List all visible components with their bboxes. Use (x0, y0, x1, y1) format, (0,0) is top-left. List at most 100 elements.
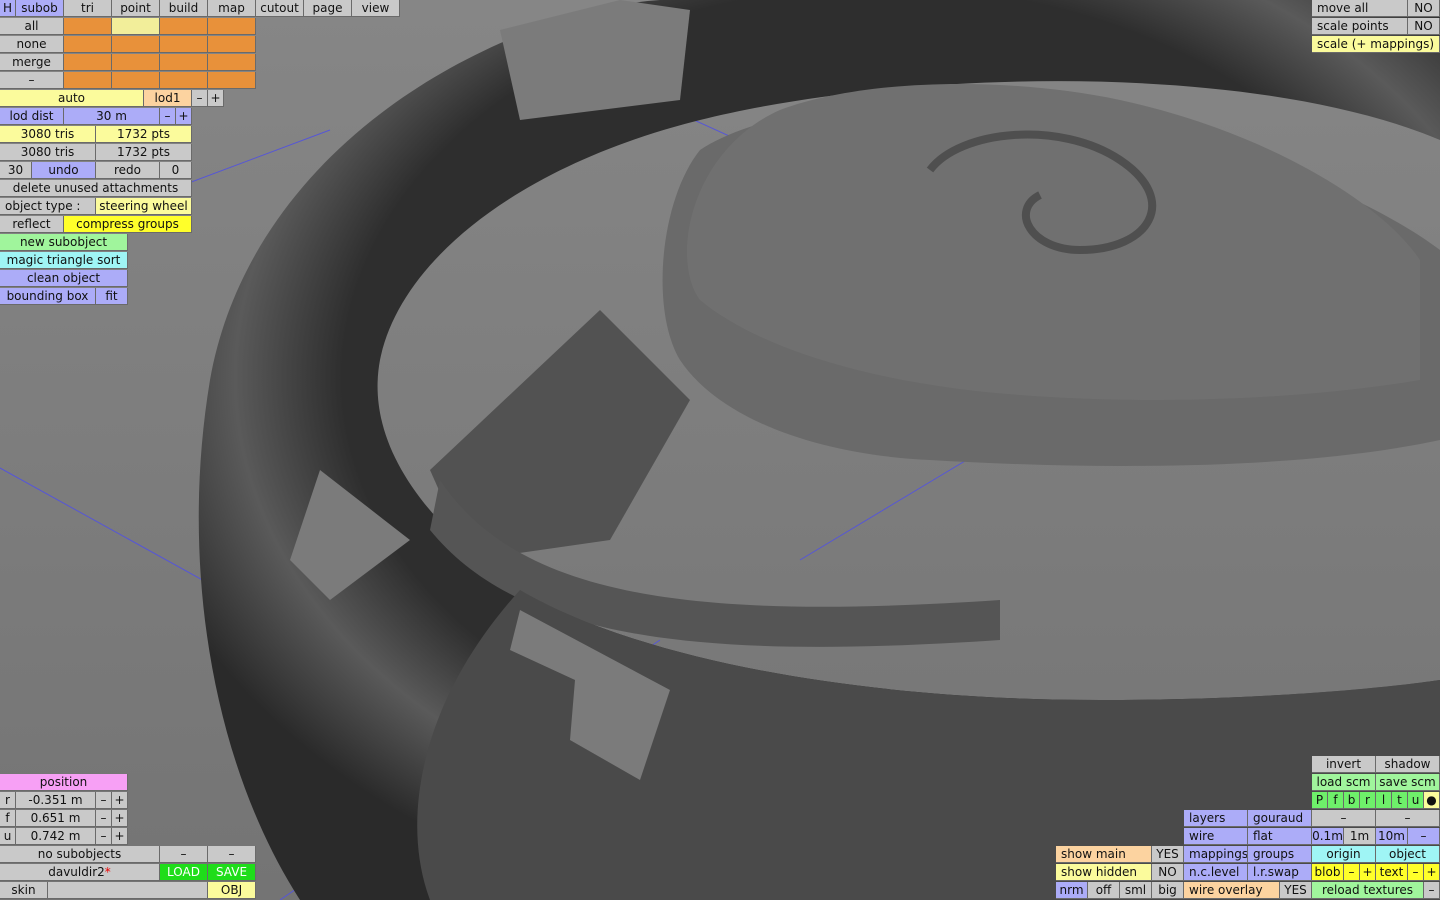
flag-l-toggle[interactable]: l (1376, 792, 1392, 809)
subob-slot[interactable] (160, 72, 208, 89)
mappings-button[interactable]: mappings (1184, 846, 1248, 863)
normals-off-button[interactable]: off (1088, 882, 1120, 899)
reload-textures-button[interactable]: reload textures (1312, 882, 1424, 899)
subob-dash-button[interactable]: – (0, 72, 64, 89)
position-f-plus-button[interactable]: + (112, 810, 128, 827)
scale-points-label[interactable]: scale points (1312, 18, 1408, 35)
groups-button[interactable]: groups (1248, 846, 1312, 863)
new-subobject-button[interactable]: new subobject (0, 234, 128, 251)
menu-view[interactable]: view (352, 0, 400, 17)
3d-viewport[interactable] (0, 0, 1440, 900)
subob-slot[interactable] (160, 18, 208, 35)
blob-plus-button[interactable]: + (1360, 864, 1376, 881)
reload-minus-button[interactable]: – (1424, 882, 1440, 899)
scale-mappings-button[interactable]: scale (+ mappings) (1312, 36, 1440, 53)
origin-button[interactable]: origin (1312, 846, 1376, 863)
save-button[interactable]: SAVE (208, 864, 256, 881)
show-main-label[interactable]: show main (1056, 846, 1152, 863)
fit-button[interactable]: fit (96, 288, 128, 305)
wire-overlay-toggle[interactable]: YES (1280, 882, 1312, 899)
subob-none-button[interactable]: none (0, 36, 64, 53)
subob-merge-button[interactable]: merge (0, 54, 64, 71)
grid-minus-button[interactable]: – (1408, 828, 1440, 845)
reflect-button[interactable]: reflect (0, 216, 64, 233)
lod-plus-button[interactable]: + (208, 90, 224, 107)
menu-subob[interactable]: subob (16, 0, 64, 17)
position-value-f[interactable]: 0.651 m (16, 810, 96, 827)
position-f-minus-button[interactable]: – (96, 810, 112, 827)
lod-dist-plus-button[interactable]: + (176, 108, 192, 125)
shadow-button[interactable]: shadow (1376, 756, 1440, 773)
menu-h[interactable]: H (0, 0, 16, 17)
menu-cutout[interactable]: cutout (256, 0, 304, 17)
move-all-toggle[interactable]: NO (1408, 0, 1440, 17)
skin-field[interactable] (48, 882, 208, 899)
show-main-toggle[interactable]: YES (1152, 846, 1184, 863)
magic-triangle-sort-button[interactable]: magic triangle sort (0, 252, 128, 269)
lod-auto-button[interactable]: auto (0, 90, 144, 107)
invert-button[interactable]: invert (1312, 756, 1376, 773)
scale-points-toggle[interactable]: NO (1408, 18, 1440, 35)
normals-nrm-button[interactable]: nrm (1056, 882, 1088, 899)
subob-slot[interactable] (160, 36, 208, 53)
subob-slot[interactable] (208, 54, 256, 71)
redo-button[interactable]: redo (96, 162, 160, 179)
subob-slot[interactable] (208, 72, 256, 89)
flag-dot-toggle[interactable]: ● (1424, 792, 1440, 809)
subob-slot[interactable] (64, 54, 112, 71)
gouraud-button[interactable]: gouraud (1248, 810, 1312, 827)
save-scm-button[interactable]: save scm (1376, 774, 1440, 791)
clean-object-button[interactable]: clean object (0, 270, 128, 287)
lr-swap-button[interactable]: l.r.swap (1248, 864, 1312, 881)
text-minus-button[interactable]: – (1408, 864, 1424, 881)
flag-r-toggle[interactable]: r (1360, 792, 1376, 809)
position-u-plus-button[interactable]: + (112, 828, 128, 845)
nc-level-button[interactable]: n.c.level (1184, 864, 1248, 881)
dash-button[interactable]: – (1312, 810, 1376, 827)
position-r-minus-button[interactable]: – (96, 792, 112, 809)
move-all-label[interactable]: move all (1312, 0, 1408, 17)
menu-map[interactable]: map (208, 0, 256, 17)
object-button[interactable]: object (1376, 846, 1440, 863)
subob-slot[interactable] (64, 72, 112, 89)
subob-slot[interactable] (160, 54, 208, 71)
subob-slot[interactable] (64, 18, 112, 35)
subob-slot[interactable] (112, 18, 160, 35)
wire-overlay-label[interactable]: wire overlay (1184, 882, 1280, 899)
normals-sml-button[interactable]: sml (1120, 882, 1152, 899)
flag-t-toggle[interactable]: t (1392, 792, 1408, 809)
skin-button[interactable]: skin (0, 882, 48, 899)
grid-1m-button[interactable]: 1m (1344, 828, 1376, 845)
lod-level-button[interactable]: lod1 (144, 90, 192, 107)
subob-slot[interactable] (64, 36, 112, 53)
filename-field[interactable]: davuldir2* (0, 864, 160, 881)
undo-button[interactable]: undo (32, 162, 96, 179)
position-u-minus-button[interactable]: – (96, 828, 112, 845)
menu-page[interactable]: page (304, 0, 352, 17)
flag-p-toggle[interactable]: P (1312, 792, 1328, 809)
flat-button[interactable]: flat (1248, 828, 1312, 845)
subob-slot[interactable] (112, 54, 160, 71)
flag-f-toggle[interactable]: f (1328, 792, 1344, 809)
grid-0.1m-button[interactable]: 0.1m (1312, 828, 1344, 845)
flag-b-toggle[interactable]: b (1344, 792, 1360, 809)
position-value-r[interactable]: -0.351 m (16, 792, 96, 809)
subobject-dash-button[interactable]: – (160, 846, 208, 863)
subob-slot[interactable] (208, 36, 256, 53)
wire-button[interactable]: wire (1184, 828, 1248, 845)
bounding-box-button[interactable]: bounding box (0, 288, 96, 305)
compress-groups-button[interactable]: compress groups (64, 216, 192, 233)
dash-button[interactable]: – (1376, 810, 1440, 827)
load-scm-button[interactable]: load scm (1312, 774, 1376, 791)
subob-all-button[interactable]: all (0, 18, 64, 35)
obj-export-button[interactable]: OBJ (208, 882, 256, 899)
normals-big-button[interactable]: big (1152, 882, 1184, 899)
show-hidden-toggle[interactable]: NO (1152, 864, 1184, 881)
flag-u-toggle[interactable]: u (1408, 792, 1424, 809)
text-plus-button[interactable]: + (1424, 864, 1440, 881)
load-button[interactable]: LOAD (160, 864, 208, 881)
delete-unused-attachments-button[interactable]: delete unused attachments (0, 180, 192, 197)
lod-dist-minus-button[interactable]: – (160, 108, 176, 125)
grid-10m-button[interactable]: 10m (1376, 828, 1408, 845)
menu-tri[interactable]: tri (64, 0, 112, 17)
